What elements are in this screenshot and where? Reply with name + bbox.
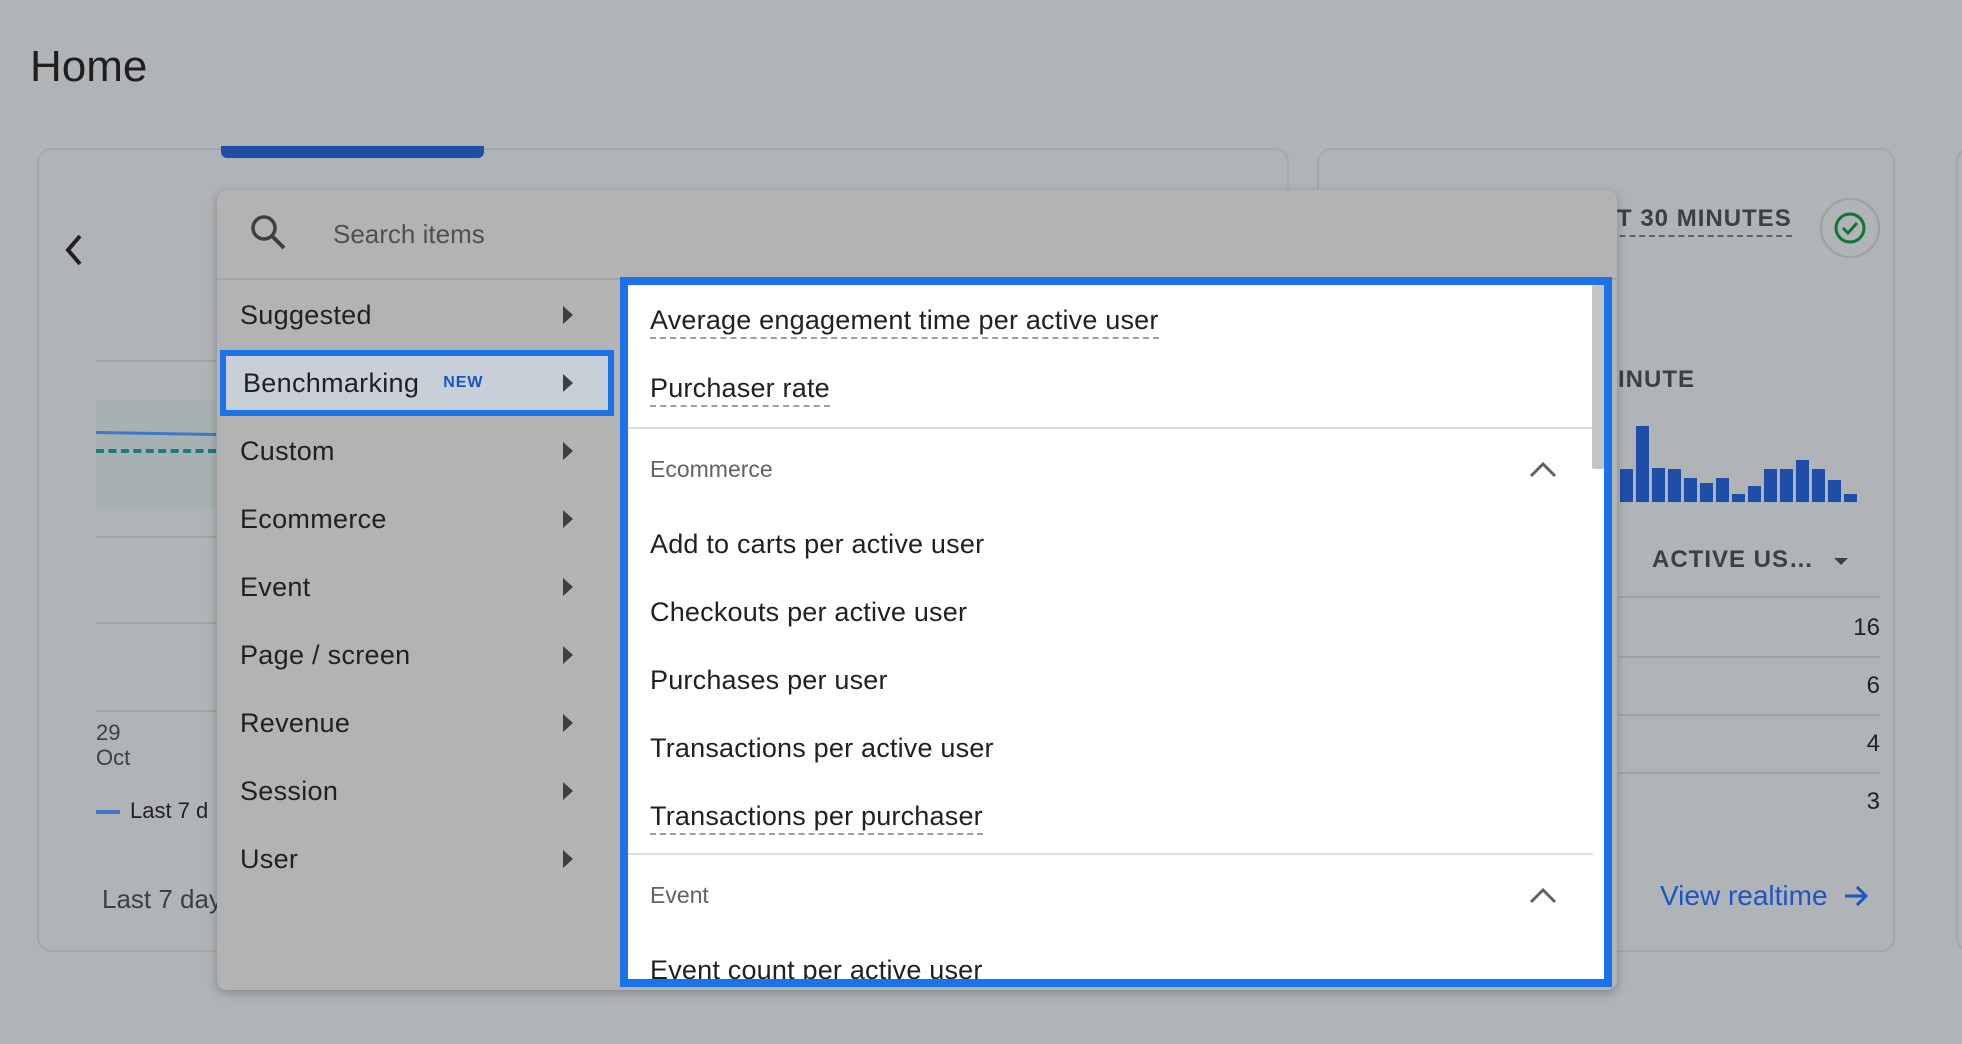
realtime-bar — [1764, 469, 1777, 502]
realtime-bar — [1828, 480, 1841, 502]
x-axis-tick: 29 Oct — [96, 720, 130, 770]
realtime-bar — [1684, 478, 1697, 502]
realtime-bar — [1620, 469, 1633, 502]
x-axis-tick-month: Oct — [96, 745, 131, 770]
category-label: Page / screen — [240, 639, 411, 670]
realtime-bar — [1652, 468, 1665, 502]
page-title: Home — [30, 42, 148, 91]
section-divider — [628, 427, 1593, 429]
metric-item[interactable]: Event count per active user — [650, 955, 983, 979]
caret-right-icon — [563, 578, 573, 596]
category-ecommerce[interactable]: Ecommerce — [217, 487, 617, 551]
category-session[interactable]: Session — [217, 759, 617, 823]
active-tab-indicator — [221, 146, 484, 158]
metric-item[interactable]: Checkouts per active user — [650, 597, 967, 628]
category-label: Session — [240, 775, 339, 806]
realtime-bar — [1780, 469, 1793, 502]
metric-item[interactable]: Transactions per active user — [650, 733, 994, 764]
view-realtime-label: View realtime — [1660, 880, 1828, 911]
table-divider — [1618, 656, 1880, 658]
category-label: Suggested — [240, 299, 372, 330]
search-icon — [248, 212, 288, 252]
chart-baseline — [96, 710, 216, 712]
metric-item[interactable]: Purchases per user — [650, 665, 888, 696]
date-range-label[interactable]: Last 7 day — [102, 884, 222, 915]
realtime-bar-chart — [1620, 414, 1860, 502]
new-badge: NEW — [443, 374, 484, 391]
arrow-right-icon — [1844, 885, 1868, 907]
metric-item[interactable]: Average engagement time per active user — [650, 305, 1159, 339]
section-heading-ecommerce[interactable]: Ecommerce — [650, 456, 773, 483]
legend-label: Last 7 d — [130, 798, 209, 823]
metrics-panel: Average engagement time per active user … — [620, 277, 1612, 987]
table-row-value: 4 — [1866, 730, 1880, 757]
realtime-bar — [1636, 426, 1649, 502]
category-label: User — [240, 843, 299, 874]
caret-right-icon — [563, 510, 573, 528]
legend-swatch — [96, 810, 120, 814]
category-revenue[interactable]: Revenue — [217, 691, 617, 755]
check-circle-icon — [1834, 212, 1866, 244]
category-label: Event — [240, 571, 311, 602]
realtime-subtitle: INUTE — [1618, 366, 1695, 393]
category-custom[interactable]: Custom — [217, 419, 617, 483]
table-divider — [1618, 772, 1880, 774]
caret-right-icon — [563, 714, 573, 732]
section-heading-event[interactable]: Event — [650, 882, 709, 909]
category-label: Ecommerce — [240, 503, 387, 534]
category-label: Custom — [240, 435, 335, 466]
search-input[interactable] — [333, 214, 933, 254]
category-user[interactable]: User — [217, 827, 617, 891]
chart-gridline — [96, 536, 216, 538]
insights-check-button[interactable] — [1820, 198, 1880, 258]
realtime-bar — [1796, 460, 1809, 502]
caret-right-icon — [563, 442, 573, 460]
metric-item[interactable]: Purchaser rate — [650, 373, 830, 407]
caret-right-icon — [563, 782, 573, 800]
chevron-up-icon[interactable] — [1528, 459, 1558, 479]
realtime-bar — [1668, 469, 1681, 502]
category-label: Benchmarking — [243, 367, 420, 398]
view-realtime-link[interactable]: View realtime — [1660, 880, 1870, 912]
realtime-bar — [1700, 483, 1713, 502]
chevron-left-icon — [65, 234, 82, 266]
realtime-bar — [1732, 494, 1745, 502]
table-row-value: 16 — [1853, 614, 1880, 641]
column-header-label: ACTIVE US… — [1652, 546, 1815, 573]
next-card-edge — [1956, 148, 1962, 952]
active-users-column-header[interactable]: ACTIVE US… — [1652, 546, 1850, 574]
section-divider — [628, 853, 1593, 855]
category-benchmarking[interactable]: Benchmarking NEW — [220, 350, 614, 416]
category-label: Revenue — [240, 707, 351, 738]
realtime-bar — [1716, 478, 1729, 502]
realtime-bar — [1844, 494, 1857, 502]
realtime-title: ST 30 MINUTES — [1600, 205, 1792, 237]
x-axis-tick-day: 29 — [96, 720, 121, 745]
realtime-bar — [1812, 469, 1825, 502]
chart-comparison-line — [96, 449, 216, 453]
table-divider — [1618, 714, 1880, 716]
table-row-value: 3 — [1866, 788, 1880, 815]
chart-gridline — [96, 360, 216, 362]
chart-comparison-band — [96, 400, 216, 508]
metric-item[interactable]: Transactions per purchaser — [650, 801, 983, 835]
category-suggested[interactable]: Suggested — [217, 283, 617, 347]
caret-right-icon — [563, 374, 573, 392]
dropdown-arrow-icon — [1833, 557, 1848, 565]
realtime-bar — [1748, 486, 1761, 502]
chart-gridline — [96, 622, 216, 624]
scrollbar-thumb[interactable] — [1592, 285, 1604, 469]
table-row-value: 6 — [1866, 672, 1880, 699]
category-event[interactable]: Event — [217, 555, 617, 619]
category-page-screen[interactable]: Page / screen — [217, 623, 617, 687]
chevron-up-icon[interactable] — [1528, 885, 1558, 905]
metric-item[interactable]: Add to carts per active user — [650, 529, 984, 560]
caret-right-icon — [563, 646, 573, 664]
caret-right-icon — [563, 850, 573, 868]
caret-right-icon — [563, 306, 573, 324]
table-divider — [1618, 596, 1880, 598]
previous-button[interactable] — [58, 230, 90, 270]
